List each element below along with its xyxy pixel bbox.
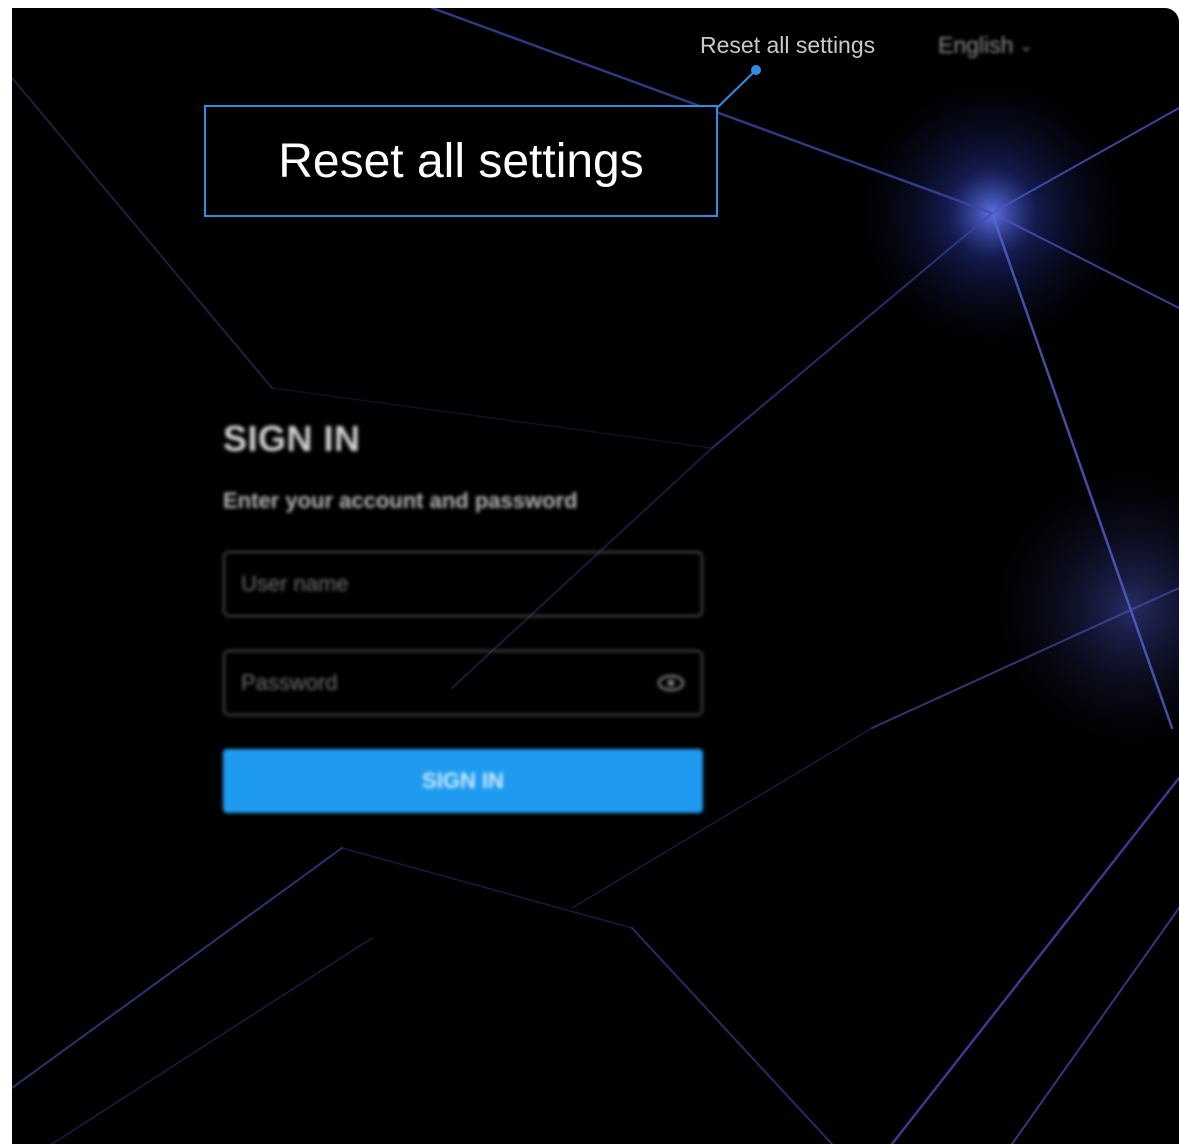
callout-text: Reset all settings — [278, 134, 644, 188]
login-screen: Reset all settings English ⌄ Reset all se… — [12, 8, 1179, 1144]
language-label: English — [938, 32, 1014, 58]
reset-all-settings-link[interactable]: Reset all settings — [700, 32, 875, 59]
password-placeholder: Password — [241, 670, 338, 695]
password-field[interactable]: Password — [223, 650, 703, 716]
signin-subtitle: Enter your account and password — [223, 488, 578, 513]
language-select[interactable]: English ⌄ — [938, 32, 1033, 59]
username-field[interactable]: User name — [223, 551, 703, 617]
eye-icon[interactable] — [657, 674, 685, 692]
signin-button[interactable]: SIGN IN — [223, 749, 703, 813]
signin-button-label: SIGN IN — [422, 768, 504, 793]
chevron-down-icon: ⌄ — [1019, 38, 1033, 55]
username-placeholder: User name — [241, 571, 349, 596]
signin-title: SIGN IN — [223, 418, 361, 459]
callout-box: Reset all settings — [204, 105, 718, 217]
